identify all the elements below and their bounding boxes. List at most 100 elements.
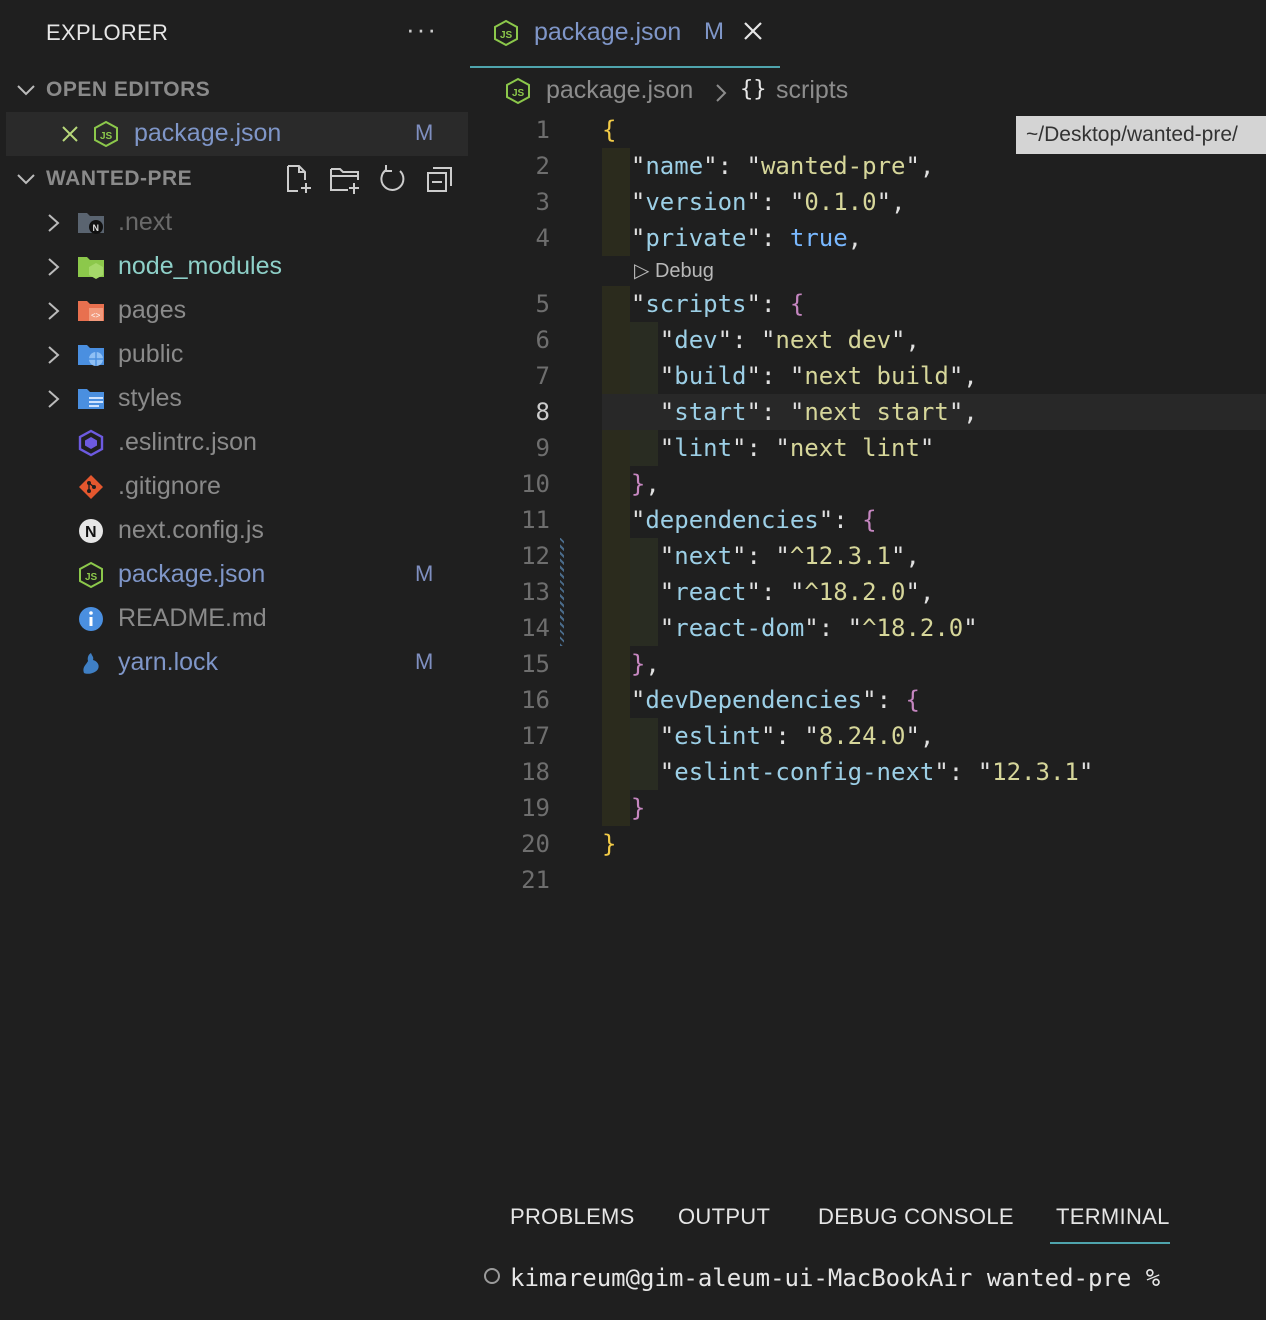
line-content: "scripts": { <box>630 290 805 318</box>
svg-text:N: N <box>93 223 100 233</box>
refresh-icon[interactable] <box>376 163 408 195</box>
code-line[interactable]: 20} <box>470 826 1266 862</box>
new-folder-icon[interactable] <box>328 163 362 195</box>
next-folder-icon: N <box>76 209 106 237</box>
file-eslintrc-json[interactable]: .eslintrc.json <box>0 421 468 465</box>
more-actions-icon[interactable]: ··· <box>406 14 438 45</box>
item-label: public <box>118 340 184 368</box>
open-editor-name: package.json <box>134 119 282 147</box>
code-line[interactable]: 11 "dependencies": { <box>470 502 1266 538</box>
file-gitignore[interactable]: .gitignore <box>0 465 468 509</box>
code-line[interactable]: 8 "start": "next start", <box>470 394 1266 430</box>
code-line[interactable]: 12 "next": "^12.3.1", <box>470 538 1266 574</box>
svg-text:JS: JS <box>100 131 113 142</box>
code-line[interactable]: 19 } <box>470 790 1266 826</box>
explorer-sidebar: EXPLORER ··· OPEN EDITORS JS package.jso… <box>0 0 470 1320</box>
modified-badge: M <box>415 649 434 674</box>
line-content: "private": true, <box>630 224 863 252</box>
code-line[interactable]: 10 }, <box>470 466 1266 502</box>
code-line[interactable]: 14 "react-dom": "^18.2.0" <box>470 610 1266 646</box>
chevron-down-icon <box>17 85 35 96</box>
item-label: yarn.lock <box>118 648 219 676</box>
close-icon[interactable] <box>60 124 80 144</box>
folder-pages[interactable]: <> pages <box>0 289 468 333</box>
open-editor-item[interactable]: JS package.json M <box>6 112 468 156</box>
terminal-prompt: kimareum@gim-aleum-ui-MacBookAir wanted-… <box>510 1264 1161 1292</box>
line-number: 4 <box>535 224 550 252</box>
line-number: 1 <box>535 116 550 144</box>
code-line[interactable]: 16 "devDependencies": { <box>470 682 1266 718</box>
line-number: 15 <box>521 650 550 678</box>
line-number: 6 <box>535 326 550 354</box>
folder-node-modules[interactable]: node_modules <box>0 245 468 289</box>
file-yarn-lock[interactable]: yarn.lock M <box>0 641 468 685</box>
code-line[interactable]: 5 "scripts": { <box>470 286 1266 322</box>
line-content: "react": "^18.2.0", <box>659 578 935 606</box>
code-line[interactable]: 6 "dev": "next dev", <box>470 322 1266 358</box>
line-number: 17 <box>521 722 550 750</box>
tab-modified-badge: M <box>704 18 724 45</box>
file-next-config-js[interactable]: Nnext.config.js <box>0 509 468 553</box>
line-content: "lint": "next lint" <box>659 434 935 462</box>
tab-package-json[interactable]: JS package.json M <box>470 0 780 68</box>
line-content: "name": "wanted-pre", <box>630 152 935 180</box>
item-label: .next <box>118 208 173 236</box>
line-content: "next": "^12.3.1", <box>659 542 920 570</box>
line-content: { <box>602 116 617 144</box>
tab-output[interactable]: OUTPUT <box>678 1204 770 1230</box>
code-line[interactable]: 13 "react": "^18.2.0", <box>470 574 1266 610</box>
nodejs-icon: JS <box>494 19 518 47</box>
line-number: 14 <box>521 614 550 642</box>
tab-terminal[interactable]: TERMINAL <box>1056 1204 1170 1230</box>
line-number: 18 <box>521 758 550 786</box>
line-content: "eslint": "8.24.0", <box>659 722 935 750</box>
project-section[interactable]: WANTED-PRE <box>0 159 470 199</box>
line-number: 11 <box>521 506 550 534</box>
code-line[interactable]: 21 <box>470 862 1266 898</box>
line-number: 3 <box>535 188 550 216</box>
tab-problems[interactable]: PROBLEMS <box>510 1204 635 1230</box>
file-readme-md[interactable]: README.md <box>0 597 468 641</box>
folder-public[interactable]: public <box>0 333 468 377</box>
code-line[interactable]: 15 }, <box>470 646 1266 682</box>
line-number: 19 <box>521 794 550 822</box>
code-line[interactable]: 17 "eslint": "8.24.0", <box>470 718 1266 754</box>
collapse-all-icon[interactable] <box>424 163 456 195</box>
chevron-right-icon <box>44 387 64 411</box>
code-line[interactable]: 18 "eslint-config-next": "12.3.1" <box>470 754 1266 790</box>
folder-styles[interactable]: styles <box>0 377 468 421</box>
svg-text:N: N <box>85 524 97 541</box>
terminal-output[interactable]: kimareum@gim-aleum-ui-MacBookAir wanted-… <box>484 1264 1160 1292</box>
line-content: "build": "next build", <box>659 362 978 390</box>
item-label: package.json <box>118 560 266 588</box>
code-line[interactable]: 3 "version": "0.1.0", <box>470 184 1266 220</box>
line-number: 7 <box>535 362 550 390</box>
explorer-title: EXPLORER <box>46 20 169 45</box>
line-content: "version": "0.1.0", <box>630 188 906 216</box>
codelens-debug[interactable]: ▷ Debug <box>634 258 714 283</box>
tab-debug-console[interactable]: DEBUG CONSOLE <box>818 1204 1014 1230</box>
open-editors-section[interactable]: OPEN EDITORS <box>0 70 470 110</box>
folder-next[interactable]: N .next <box>0 201 468 245</box>
new-file-icon[interactable] <box>282 163 314 195</box>
code-line[interactable]: 9 "lint": "next lint" <box>470 430 1266 466</box>
line-content: "start": "next start", <box>659 398 978 426</box>
line-content: "devDependencies": { <box>630 686 920 714</box>
code-line[interactable]: 7 "build": "next build", <box>470 358 1266 394</box>
line-content: }, <box>630 650 660 678</box>
line-number: 9 <box>535 434 550 462</box>
breadcrumb-file[interactable]: package.json <box>546 76 693 105</box>
close-icon[interactable] <box>742 20 764 42</box>
code-line[interactable]: 4 "private": true, <box>470 220 1266 256</box>
line-content: }, <box>630 470 660 498</box>
open-editors-label: OPEN EDITORS <box>46 78 211 101</box>
yarn-icon <box>76 649 106 677</box>
file-package-json[interactable]: JS package.json M <box>0 553 468 597</box>
chevron-right-icon <box>716 84 727 102</box>
nodejs-icon: JS <box>94 120 118 148</box>
breadcrumb-symbol[interactable]: scripts <box>776 76 848 105</box>
line-number: 20 <box>521 830 550 858</box>
symbol-braces-icon: {} <box>740 77 767 102</box>
chevron-right-icon <box>44 299 64 323</box>
line-number: 5 <box>535 290 550 318</box>
